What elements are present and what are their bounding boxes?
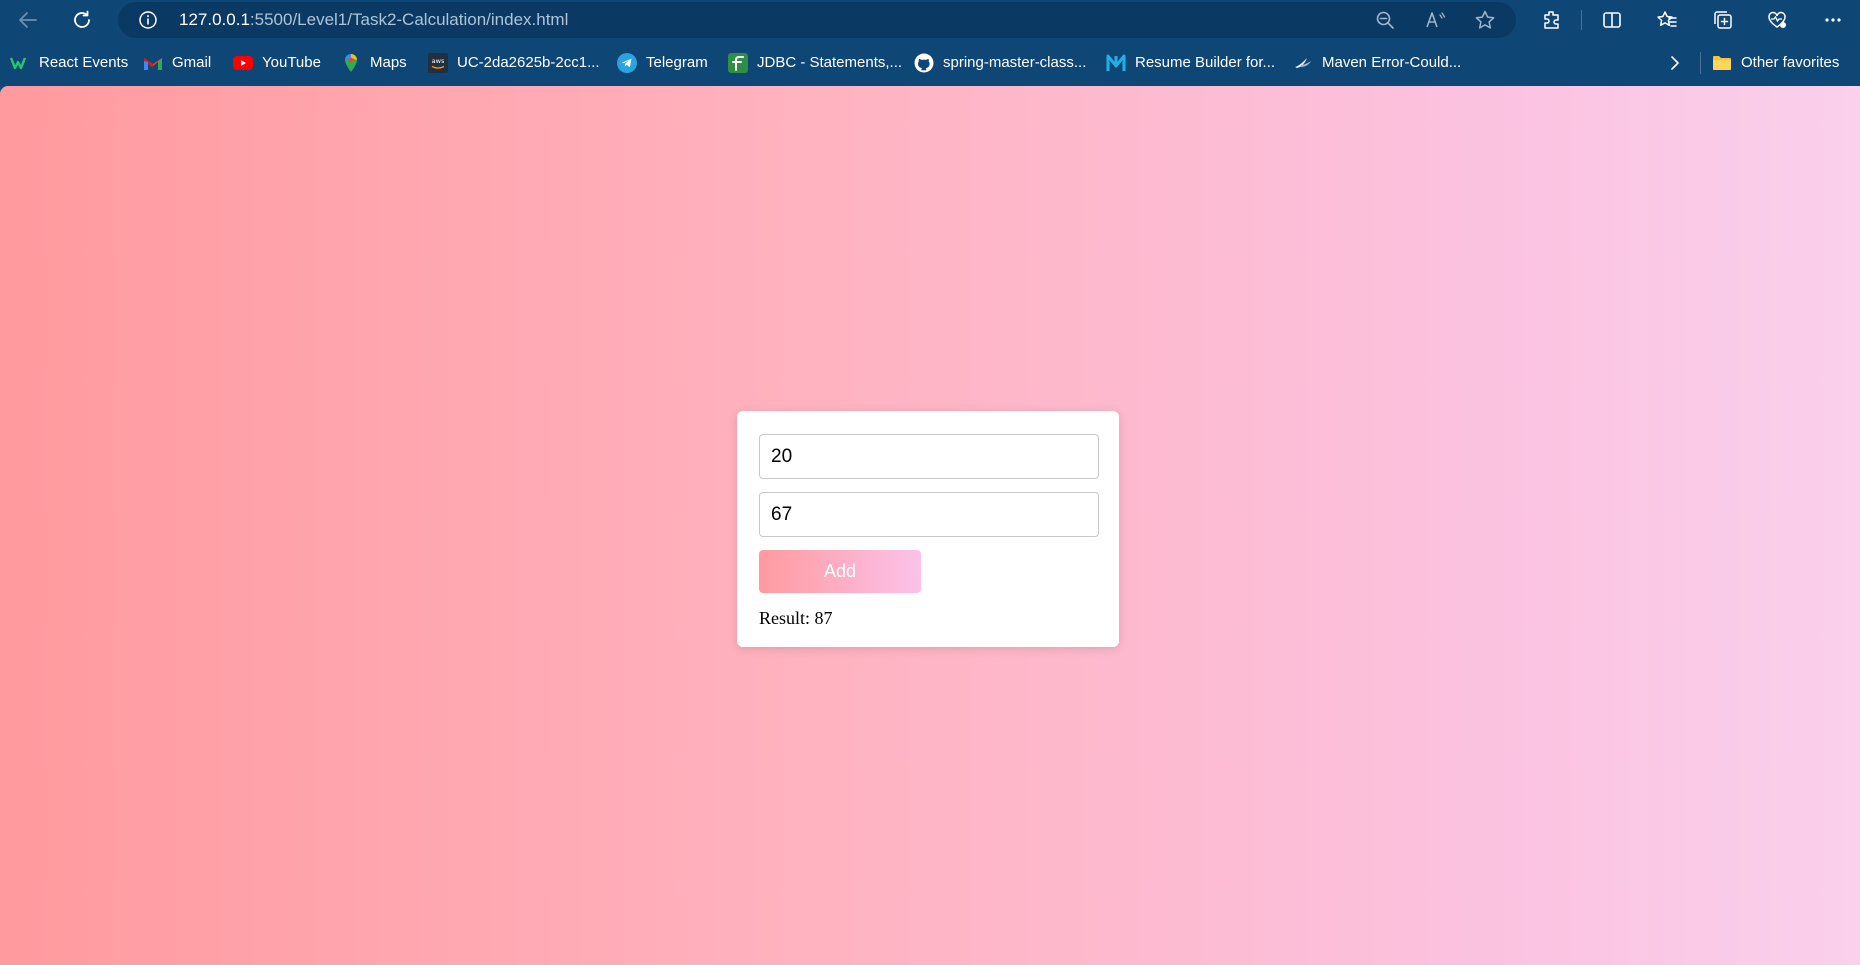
- site-info-icon[interactable]: [138, 10, 158, 30]
- folder-icon: [1712, 53, 1732, 73]
- bookmark-other-favorites[interactable]: Other favorites: [1712, 52, 1839, 74]
- bookmark-label: Telegram: [646, 54, 708, 71]
- toolbar-divider: [1581, 10, 1582, 30]
- bookmark-github[interactable]: spring-master-class...: [914, 52, 1086, 74]
- url-path: :5500/Level1/Task2-Calculation/index.htm…: [249, 10, 569, 29]
- favorites-icon[interactable]: [1651, 4, 1683, 36]
- browser-essentials-icon[interactable]: [1761, 4, 1793, 36]
- bookmark-label: Other favorites: [1741, 54, 1840, 71]
- url-text[interactable]: 127.0.0.1:5500/Level1/Task2-Calculation/…: [179, 10, 568, 30]
- bookmark-react-events[interactable]: React Events: [10, 52, 128, 74]
- bookmark-telegram[interactable]: Telegram: [617, 52, 708, 74]
- calculator-card: Add Result: 87: [737, 411, 1119, 647]
- jdbc-icon: [728, 53, 748, 73]
- aws-icon: aws: [428, 53, 448, 73]
- react-events-icon: [10, 53, 30, 73]
- bookmark-label: JDBC - Statements,...: [757, 54, 903, 71]
- second-number-input[interactable]: [759, 492, 1099, 537]
- bookmark-label: spring-master-class...: [943, 54, 1087, 71]
- bookmarks-bar: React Events Gmail YouTube Maps aws UC-2…: [0, 40, 1860, 86]
- add-button[interactable]: Add: [759, 550, 921, 593]
- bookmark-label: Resume Builder for...: [1135, 54, 1276, 71]
- favorite-star-icon[interactable]: [1473, 8, 1497, 32]
- zoom-out-icon[interactable]: [1373, 8, 1397, 32]
- maven-icon: [1293, 53, 1313, 73]
- resume-builder-icon: [1106, 53, 1126, 73]
- more-options-icon[interactable]: [1817, 4, 1849, 36]
- read-aloud-icon[interactable]: [1424, 8, 1448, 32]
- bookmark-gmail[interactable]: Gmail: [143, 52, 211, 74]
- refresh-icon[interactable]: [66, 4, 98, 36]
- result-text: Result: 87: [759, 608, 833, 628]
- bookmarks-overflow-chevron-icon[interactable]: [1668, 52, 1682, 74]
- extensions-icon[interactable]: [1536, 4, 1568, 36]
- bookmark-aws[interactable]: aws UC-2da2625b-2cc1...: [428, 52, 600, 74]
- bookmark-label: UC-2da2625b-2cc1...: [457, 54, 600, 71]
- bookmarks-divider: [1700, 52, 1701, 74]
- bookmark-label: React Events: [39, 54, 129, 71]
- bookmark-maps[interactable]: Maps: [341, 52, 407, 74]
- first-number-input[interactable]: [759, 434, 1099, 479]
- telegram-icon: [617, 53, 637, 73]
- address-bar[interactable]: 127.0.0.1:5500/Level1/Task2-Calculation/…: [118, 2, 1516, 38]
- back-arrow-icon[interactable]: [12, 4, 44, 36]
- split-screen-icon[interactable]: [1596, 4, 1628, 36]
- bookmark-label: Maven Error-Could...: [1322, 54, 1462, 71]
- svg-text:aws: aws: [432, 57, 445, 65]
- page-viewport: Add Result: 87: [0, 86, 1860, 965]
- bookmark-label: Gmail: [172, 54, 212, 71]
- github-icon: [914, 53, 934, 73]
- browser-toolbar: 127.0.0.1:5500/Level1/Task2-Calculation/…: [0, 0, 1860, 40]
- bookmark-label: YouTube: [262, 54, 321, 71]
- bookmark-youtube[interactable]: YouTube: [233, 52, 321, 74]
- url-host: 127.0.0.1: [179, 10, 250, 29]
- collections-icon[interactable]: [1707, 4, 1739, 36]
- bookmark-label: Maps: [370, 54, 407, 71]
- bookmark-maven[interactable]: Maven Error-Could...: [1293, 52, 1461, 74]
- maps-icon: [341, 53, 361, 73]
- bookmark-jdbc[interactable]: JDBC - Statements,...: [728, 52, 902, 74]
- gmail-icon: [143, 53, 163, 73]
- bookmark-resume-builder[interactable]: Resume Builder for...: [1106, 52, 1275, 74]
- youtube-icon: [233, 53, 253, 73]
